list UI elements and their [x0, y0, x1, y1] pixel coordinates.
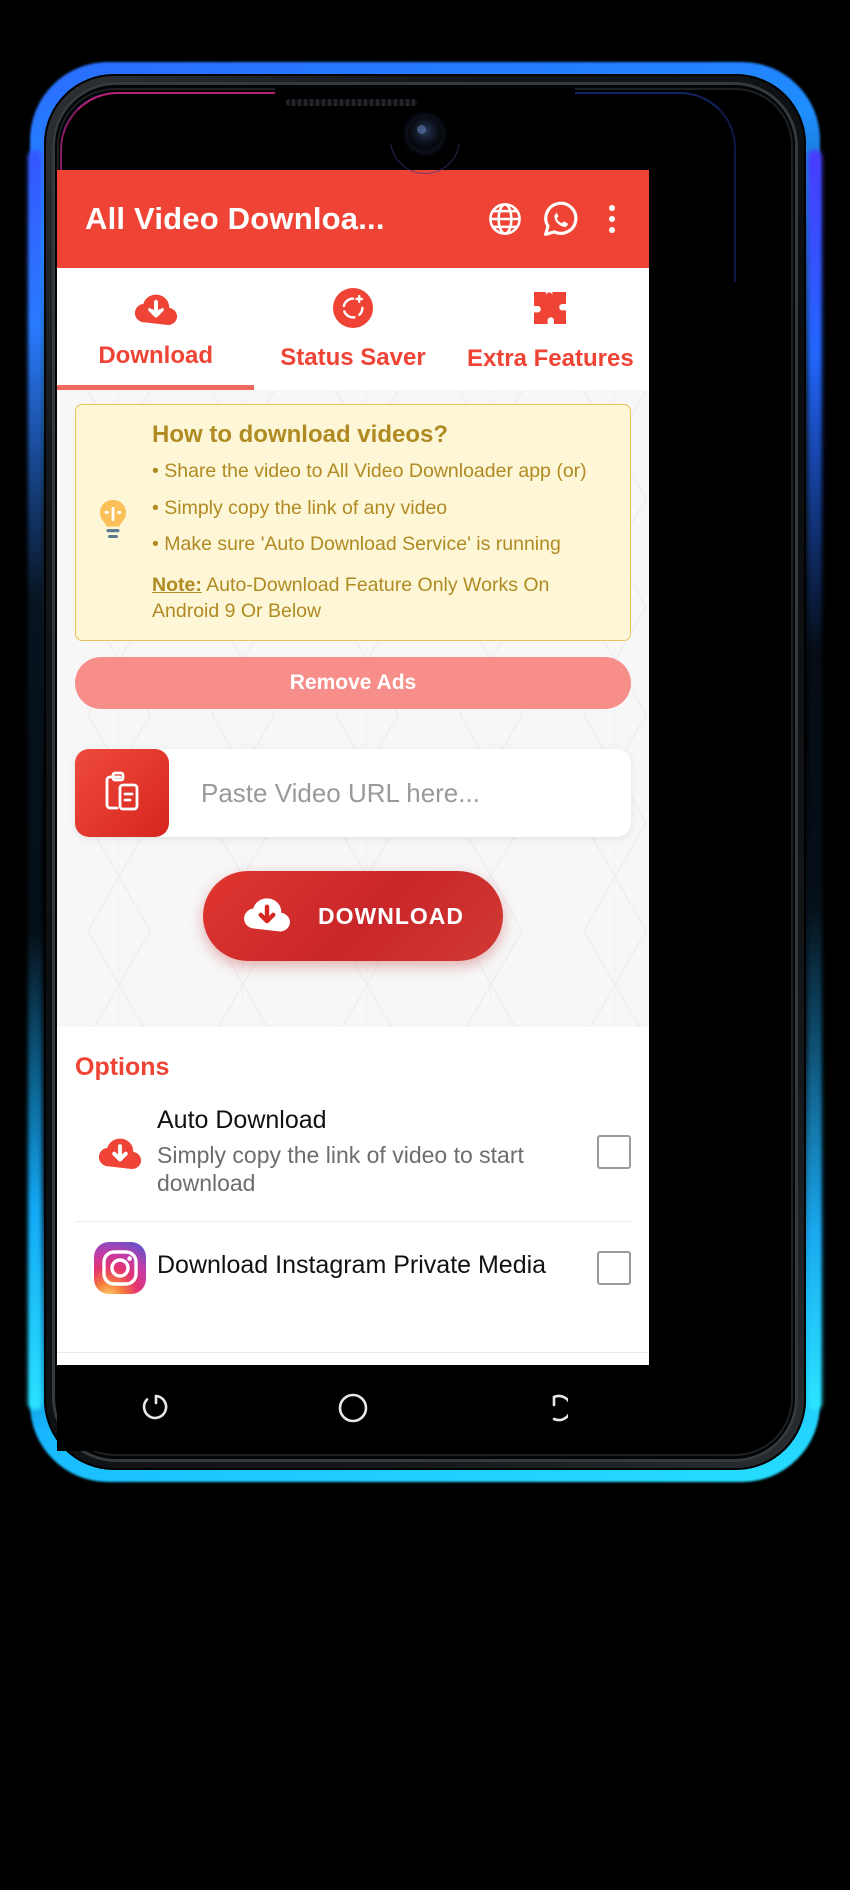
- tab-extra-features-label: Extra Features: [466, 344, 634, 372]
- recents-button[interactable]: [121, 1373, 191, 1443]
- puzzle-piece-icon: [528, 286, 572, 335]
- options-bottom-divider: [57, 1352, 649, 1354]
- options-title: Options: [75, 1053, 170, 1081]
- option-auto-download-desc: Simply copy the link of video to start d…: [157, 1142, 524, 1197]
- how-to-bullet-1: • Share the video to All Video Downloade…: [152, 460, 587, 482]
- whatsapp-icon[interactable]: [533, 197, 589, 241]
- tab-download-label: Download: [98, 341, 213, 369]
- download-button[interactable]: DOWNLOAD: [203, 871, 503, 962]
- earpiece-speaker: [286, 99, 418, 106]
- app-bar: All Video Downloa...: [57, 170, 649, 268]
- instagram-icon: [83, 1240, 157, 1296]
- how-to-note: Note: Auto-Download Feature Only Works O…: [152, 572, 614, 625]
- app-screen: All Video Downloa... Download Status Sav…: [57, 170, 649, 1365]
- option-auto-download-checkbox[interactable]: [597, 1134, 631, 1169]
- cloud-download-icon: [133, 289, 179, 332]
- phone-glow-right: [808, 150, 822, 1410]
- tab-status-saver-label: Status Saver: [280, 343, 426, 371]
- cloud-download-icon: [242, 893, 292, 939]
- url-input[interactable]: [169, 777, 631, 809]
- download-button-label: DOWNLOAD: [318, 902, 464, 929]
- download-panel: How to download videos? • Share the vide…: [57, 390, 649, 1027]
- remove-ads-button[interactable]: Remove Ads: [75, 657, 631, 710]
- option-instagram-private[interactable]: Download Instagram Private Media: [57, 1222, 649, 1314]
- clipboard-paste-icon[interactable]: [75, 749, 169, 838]
- tab-status-saver[interactable]: Status Saver: [254, 268, 451, 390]
- url-input-row: [75, 749, 631, 838]
- how-to-note-text: Auto-Download Feature Only Works On Andr…: [152, 573, 550, 622]
- option-instagram-private-checkbox[interactable]: [597, 1251, 631, 1286]
- download-button-wrap: DOWNLOAD: [57, 871, 649, 962]
- lightbulb-icon: [86, 498, 140, 548]
- option-instagram-private-name: Download Instagram Private Media: [157, 1250, 547, 1279]
- app-title: All Video Downloa...: [85, 201, 385, 236]
- back-button[interactable]: [515, 1373, 585, 1443]
- status-saver-icon: [332, 287, 374, 334]
- tab-bar: Download Status Saver Extra Features: [57, 268, 649, 390]
- android-nav-bar: [57, 1365, 649, 1451]
- how-to-card: How to download videos? • Share the vide…: [75, 404, 631, 642]
- front-camera: [408, 117, 442, 151]
- options-section: Options Auto Download Simply copy the li…: [57, 1027, 649, 1365]
- how-to-note-label: Note:: [152, 573, 202, 596]
- phone-glow-left: [28, 150, 42, 1410]
- home-button[interactable]: [318, 1373, 388, 1443]
- tab-extra-features[interactable]: Extra Features: [452, 268, 649, 390]
- option-auto-download-name: Auto Download: [157, 1106, 327, 1134]
- how-to-bullet-3: • Make sure 'Auto Download Service' is r…: [152, 533, 561, 555]
- globe-icon[interactable]: [477, 200, 533, 238]
- tab-download[interactable]: Download: [57, 268, 254, 390]
- option-auto-download[interactable]: Auto Download Simply copy the link of vi…: [57, 1100, 649, 1203]
- how-to-card-title: How to download videos?: [152, 421, 448, 448]
- how-to-bullet-2: • Simply copy the link of any video: [152, 496, 448, 519]
- cloud-download-icon: [83, 1133, 157, 1171]
- phone-mockup: All Video Downloa... Download Status Sav…: [0, 0, 850, 1890]
- overflow-menu-icon[interactable]: [597, 205, 627, 233]
